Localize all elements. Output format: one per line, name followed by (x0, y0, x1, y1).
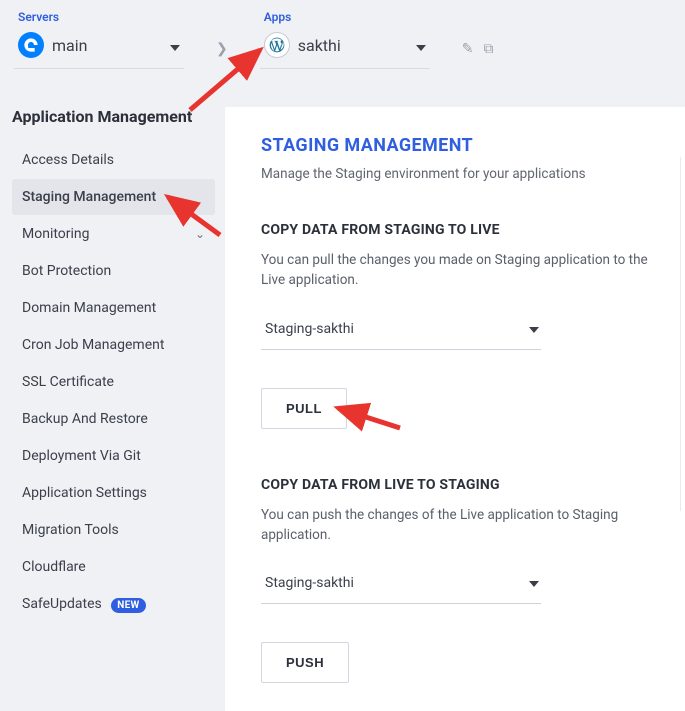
caret-down-icon (170, 36, 180, 55)
sidebar-item-label: Staging Management (22, 189, 156, 205)
sidebar-item-label: Cron Job Management (22, 337, 164, 353)
sidebar: Application Management Access Details St… (0, 107, 225, 711)
sidebar-item-access-details[interactable]: Access Details (12, 142, 215, 178)
digitalocean-icon (18, 32, 44, 58)
sidebar-item-application-settings[interactable]: Application Settings (12, 475, 215, 511)
sidebar-item-label: Backup And Restore (22, 411, 148, 427)
select-value: Staging-sakthi (265, 321, 354, 337)
pull-button[interactable]: PULL (261, 388, 347, 429)
external-link-icon[interactable]: ⧉ (483, 41, 493, 57)
app-selector[interactable]: Apps sakthi (260, 10, 430, 69)
sidebar-item-monitoring[interactable]: Monitoring ⌄ (12, 216, 215, 252)
sidebar-item-domain-management[interactable]: Domain Management (12, 290, 215, 326)
divider (680, 157, 681, 511)
caret-down-icon (529, 322, 539, 336)
server-name: main (52, 36, 87, 55)
sidebar-item-cloudflare[interactable]: Cloudflare (12, 549, 215, 585)
section-desc-live-to-staging: You can push the changes of the Live app… (261, 505, 649, 546)
sidebar-item-label: Cloudflare (22, 559, 86, 575)
sidebar-item-label: Application Settings (22, 485, 147, 501)
sidebar-title: Application Management (12, 107, 215, 126)
chevron-down-icon: ⌄ (195, 227, 205, 241)
section-desc-staging-to-live: You can pull the changes you made on Sta… (261, 250, 649, 291)
sidebar-item-label: Domain Management (22, 300, 156, 316)
page-subtitle: Manage the Staging environment for your … (261, 166, 649, 182)
sidebar-item-label: SSL Certificate (22, 374, 114, 390)
sidebar-item-label: Migration Tools (22, 522, 119, 538)
servers-label: Servers (14, 10, 184, 24)
app-name: sakthi (298, 36, 341, 55)
caret-down-icon (529, 576, 539, 590)
select-value: Staging-sakthi (265, 575, 354, 591)
section-title-live-to-staging: COPY DATA FROM LIVE TO STAGING (261, 477, 649, 493)
sidebar-item-label: Bot Protection (22, 263, 111, 279)
sidebar-item-migration-tools[interactable]: Migration Tools (12, 512, 215, 548)
breadcrumb-chevron-icon: ❯ (216, 41, 228, 57)
sidebar-item-safeupdates[interactable]: SafeUpdates NEW (12, 586, 215, 622)
sidebar-item-staging-management[interactable]: Staging Management (12, 179, 215, 215)
sidebar-item-ssl-certificate[interactable]: SSL Certificate (12, 364, 215, 400)
page-heading: STAGING MANAGEMENT (261, 135, 649, 156)
staging-select-2[interactable]: Staging-sakthi (261, 567, 541, 604)
sidebar-item-label: SafeUpdates (22, 596, 102, 612)
apps-label: Apps (260, 10, 430, 24)
staging-select-1[interactable]: Staging-sakthi (261, 313, 541, 350)
sidebar-item-bot-protection[interactable]: Bot Protection (12, 253, 215, 289)
main-panel: STAGING MANAGEMENT Manage the Staging en… (225, 107, 685, 711)
sidebar-item-label: Access Details (22, 152, 114, 168)
sidebar-item-deployment-git[interactable]: Deployment Via Git (12, 438, 215, 474)
server-selector[interactable]: Servers main (14, 10, 184, 69)
edit-icon[interactable]: ✎ (462, 41, 474, 57)
push-button[interactable]: PUSH (261, 642, 349, 683)
new-badge: NEW (111, 598, 145, 613)
caret-down-icon (416, 36, 426, 55)
sidebar-item-backup-restore[interactable]: Backup And Restore (12, 401, 215, 437)
app-actions: ✎ ⧉ (462, 28, 494, 69)
sidebar-item-label: Deployment Via Git (22, 448, 141, 464)
wordpress-icon (264, 32, 290, 58)
sidebar-item-label: Monitoring (22, 226, 90, 242)
section-title-staging-to-live: COPY DATA FROM STAGING TO LIVE (261, 222, 649, 238)
sidebar-item-cron-job-management[interactable]: Cron Job Management (12, 327, 215, 363)
topbar: Servers main ❯ Apps sakthi ✎ ⧉ (0, 0, 685, 69)
